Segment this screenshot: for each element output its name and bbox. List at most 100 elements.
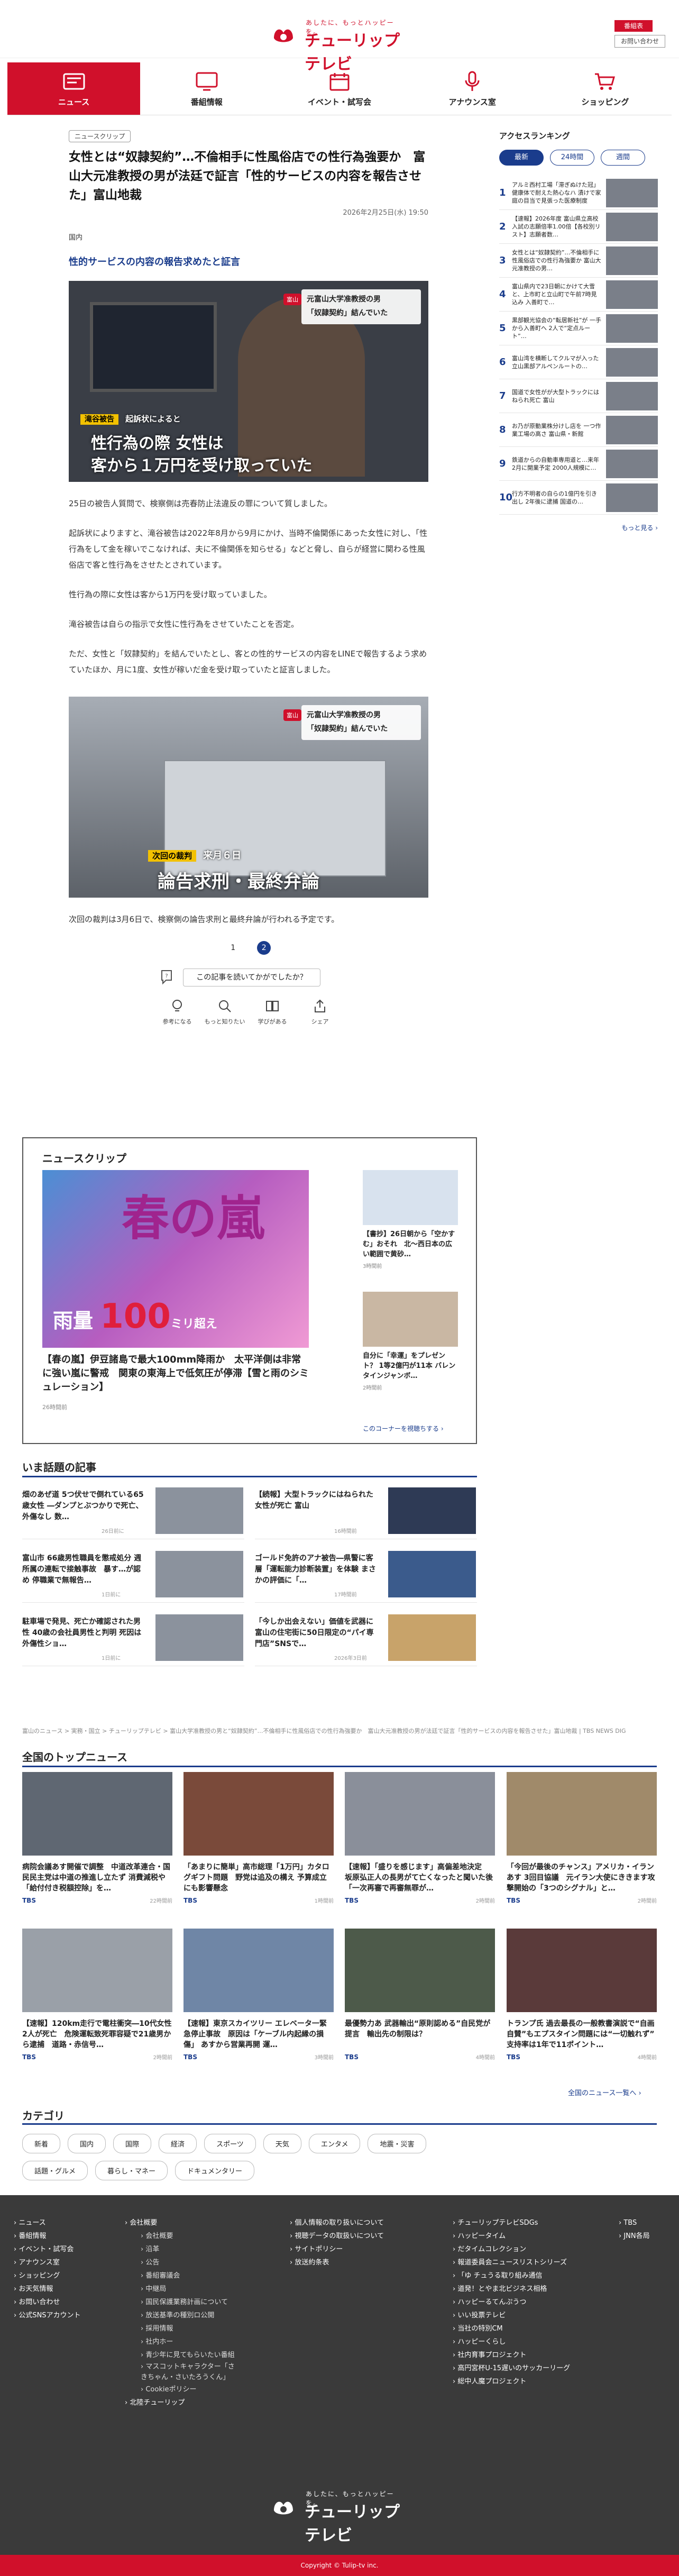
footer-sublink[interactable]: › 会社概要 — [125, 2230, 241, 2243]
footer-link[interactable]: › 高円宮杯U-15遅いのサッカーリーグ — [453, 2362, 570, 2375]
footer-link[interactable]: › 会社概要 — [125, 2216, 241, 2230]
ranking-tab-latest[interactable]: 最新 — [499, 150, 544, 166]
trending-item[interactable]: 富山市 66歳男性職員を懲戒処分 週所属の連転で接触事故 暴す…が認め 停職業で… — [22, 1545, 244, 1603]
footer-sublink[interactable]: › 放送基準の種別ロ公開 — [125, 2309, 241, 2322]
trending-item[interactable]: 駐車場で発見、死亡か確認された男性 40歳の会社員男性と判明 死因は外傷性ショ…… — [22, 1608, 244, 1666]
footer-sublink[interactable]: › 社内ホー — [125, 2335, 241, 2349]
category-chip[interactable]: 天気 — [263, 2134, 301, 2153]
footer-link[interactable]: › ハッピーくらし — [453, 2335, 570, 2349]
footer-link[interactable]: › 報道委員会ニュースリストシリーズ — [453, 2256, 570, 2269]
ranking-item[interactable]: 9 鉄道からの自動車専用道と…来年2月に開業予定 2000人規模に… — [499, 447, 658, 481]
footer-link[interactable]: › 社内育事プロジェクト — [453, 2349, 570, 2362]
footer-link[interactable]: › お天気情報 — [14, 2282, 81, 2296]
category-chip[interactable]: 地震・災害 — [368, 2134, 427, 2153]
footer-sublink[interactable]: › 番組審議会 — [125, 2269, 241, 2282]
footer-sublink[interactable]: › Cookieポリシー — [125, 2383, 241, 2396]
category-chip[interactable]: 経済 — [159, 2134, 197, 2153]
footer-link[interactable]: › お問い合わせ — [14, 2296, 81, 2309]
ranking-item[interactable]: 1 アルミ西村工場「滞ぎぬけた冠」健康体で耐えた熱心なハ 漬けで家庭の目当で見張っ… — [499, 176, 658, 210]
nav-programs[interactable]: 番組情報 — [140, 62, 273, 115]
category-chip[interactable]: 新着 — [22, 2134, 61, 2153]
tv-schedule-button[interactable]: 番組表 — [614, 20, 653, 32]
footer-sublink[interactable]: › 公告 — [125, 2256, 241, 2269]
national-news-card[interactable]: 最優勢力あ 武器輸出“原則認める”自民党が提言 輸出先の制限は？ TBS 4時間前 — [345, 1929, 495, 2061]
category-chip[interactable]: 国際 — [113, 2134, 152, 2153]
footer-link[interactable]: › 番組情報 — [14, 2230, 81, 2243]
category-chip[interactable]: 暮らし・マネー — [95, 2161, 168, 2180]
ranking-tab-weekly[interactable]: 週間 — [601, 150, 645, 166]
category-badge[interactable]: ニュースクリップ — [69, 130, 131, 142]
ranking-item[interactable]: 2 【速報】2026年度 富山県立高校入試の志願倍率1.00倍【各校別リスト】志願… — [499, 210, 658, 244]
site-logo[interactable]: あしたに、もっとハッピーを。 チューリップテレビ — [271, 18, 408, 73]
national-news-card[interactable]: トランプ氏 過去最長の一般教書演説で“自画自賛”もエプスタイン問題には“一切触れ… — [507, 1929, 657, 2061]
footer-logo[interactable]: あしたに、もっとハッピーを。 チューリップテレビ — [271, 2489, 408, 2545]
clip-small-item[interactable]: 自分に「幸運」をプレゼント？ 1等2億円が11本 バレンタインジャンボ… 2時間… — [363, 1292, 458, 1391]
ranking-item[interactable]: 6 富山湾を横断してクルマが入った 立山黒部アルペンルートの… — [499, 345, 658, 379]
footer-link[interactable]: › イベント・試写会 — [14, 2243, 81, 2256]
ranking-item[interactable]: 7 国道で女性がが大型トラックにはねられ死亡 富山 — [499, 379, 658, 413]
ranking-more-link[interactable]: もっと見る › — [499, 523, 658, 532]
footer-link[interactable]: › 放送約条表 — [290, 2256, 384, 2269]
national-all-link[interactable]: 全国のニュース一覧へ › — [568, 2087, 641, 2097]
contact-button[interactable]: お問い合わせ — [614, 35, 665, 48]
category-chip[interactable]: ドキュメンタリー — [175, 2161, 255, 2180]
reaction-helpful-button[interactable]: 参考になる — [153, 998, 201, 1026]
page-2[interactable]: 2 — [257, 941, 271, 955]
reaction-more-button[interactable]: もっと知りたい — [201, 998, 249, 1026]
footer-link[interactable]: › 公式SNSアカウント — [14, 2309, 81, 2322]
clip-main-caption[interactable]: 【春の嵐】伊豆諸島で最大100mm降雨か 太平洋側は非常に強い嵐に警戒 関東の東… — [42, 1353, 309, 1394]
footer-link[interactable]: › ハッピーるてんぷうつ — [453, 2296, 570, 2309]
national-news-card[interactable]: 【速報】120km走行で電柱衝突―10代女性2人が死亡 危険運転致死罪容疑で21… — [22, 1929, 172, 2061]
footer-link[interactable]: › アナウンス室 — [14, 2256, 81, 2269]
trending-item[interactable]: 「今しか出会えない」価値を武器に 富山の住宅街に50日限定の“パイ専門店”SNS… — [255, 1608, 477, 1666]
footer-link[interactable]: › TBS — [619, 2216, 650, 2230]
footer-link[interactable]: › だタイムコレクション — [453, 2243, 570, 2256]
national-news-card[interactable]: 【速報】東京スカイツリー エレベータ一緊急停止事故 原因は「ケーブル内起縁の損傷… — [183, 1929, 334, 2061]
national-news-card[interactable]: 【速報】「盛りを感じます」高偏差地決定 坂原弘正人の長男がて亡くなったと聞いた後… — [345, 1772, 495, 1904]
ranking-item[interactable]: 4 富山県内で23日朝にかけて大雪と、上市町と立山町で午前7時見込み 入善町で… — [499, 278, 658, 312]
ranking-item[interactable]: 10 行方不明者の自らの1億円を引き出し 2年後に逮捕 国道の… — [499, 481, 658, 515]
reaction-learn-button[interactable]: 学びがある — [249, 998, 296, 1026]
footer-link[interactable]: › ハッピータイム — [453, 2230, 570, 2243]
trending-item[interactable]: 【続報】大型トラックにはねられた女性が死亡 富山 16時間前 — [255, 1481, 477, 1539]
nav-news[interactable]: ニュース — [7, 62, 141, 115]
national-news-card[interactable]: 病院会議あす開催で調整 中道改革連合・国民民主党は中道の推進し立たず 消費減税や… — [22, 1772, 172, 1904]
footer-link[interactable]: › ニュース — [14, 2216, 81, 2230]
footer-link[interactable]: › 北陸チューリップ — [125, 2396, 241, 2409]
footer-sublink[interactable]: › 国民保護業務計画について — [125, 2296, 241, 2309]
ranking-item[interactable]: 8 お乃が原動業株分けし店を 一つ作業工場の高さ 富山県・新館 — [499, 413, 658, 447]
nav-events[interactable]: イベント・試写会 — [273, 62, 406, 115]
footer-link[interactable]: › いい投票テレビ — [453, 2309, 570, 2322]
ranking-tab-24h[interactable]: 24時間 — [550, 150, 594, 166]
category-chip[interactable]: 話題・グルメ — [22, 2161, 88, 2180]
clip-more-link[interactable]: このコーナーを視聴ちする › — [363, 1424, 444, 1433]
ranking-item[interactable]: 5 黒部観光協会の“転居新社”が 一手から入善町へ 2人で“定点ルート”… — [499, 312, 658, 345]
category-chip[interactable]: スポーツ — [204, 2134, 256, 2153]
national-news-card[interactable]: 「今回が最後のチャンス」アメリカ・イランあす 3回目協議 元イラン大使にききます… — [507, 1772, 657, 1904]
category-chip[interactable]: 国内 — [68, 2134, 106, 2153]
footer-link[interactable]: › 道発！とやま北ビジネス相格 — [453, 2282, 570, 2296]
footer-sublink[interactable]: › 青少年に見てもらいたい番組 — [125, 2349, 241, 2362]
trending-item[interactable]: 畑のあぜ道 5つ伏せで倒れている65歳女性 ―ダンプとぶつかりで死亡、外傷なし … — [22, 1481, 244, 1539]
footer-link[interactable]: › 当社の特別CM — [453, 2322, 570, 2335]
footer-sublink[interactable]: › マスコットキャラクター「さきちゃん・さいたろうくん」 — [125, 2362, 241, 2383]
trending-item[interactable]: ゴールド免許のアナ被告―県警に客層「運転能力診断装置」を体験 まさかの評価に「…… — [255, 1545, 477, 1603]
article-genre[interactable]: 国内 — [69, 232, 428, 242]
nav-shopping[interactable]: ショッピング — [539, 62, 672, 115]
reaction-share-button[interactable]: シェア — [296, 998, 344, 1026]
footer-link[interactable]: › チューリップテレビSDGs — [453, 2216, 570, 2230]
footer-link[interactable]: › 個人情報の取り扱いについて — [290, 2216, 384, 2230]
national-news-card[interactable]: 「あまりに簡単」高市総理「1万円」カタログギフト問題 野党は追及の構え 予算成立… — [183, 1772, 334, 1904]
clip-small-item[interactable]: 【書抄】26日朝から「空かすむ」おそれ 北～西日本の広い範囲で黄砂… 3時間前 — [363, 1170, 458, 1269]
nav-announcers[interactable]: アナウンス室 — [406, 62, 539, 115]
footer-link[interactable]: › JNN各局 — [619, 2230, 650, 2243]
footer-link[interactable]: › ショッピング — [14, 2269, 81, 2282]
footer-sublink[interactable]: › 採用情報 — [125, 2322, 241, 2335]
category-chip[interactable]: エンタメ — [308, 2134, 361, 2153]
footer-link[interactable]: › サイトポリシー — [290, 2243, 384, 2256]
clip-main-thumbnail[interactable]: 春の嵐 雨量 100ミリ超え — [42, 1170, 309, 1348]
footer-sublink[interactable]: › 中継局 — [125, 2282, 241, 2296]
footer-sublink[interactable]: › 沿革 — [125, 2243, 241, 2256]
ranking-item[interactable]: 3 女性とは“奴隷契約”…不倫相手に性風俗店での性行為強要か 富山大元准教授の男… — [499, 244, 658, 278]
footer-link[interactable]: › 視聴データの取扱いについて — [290, 2230, 384, 2243]
